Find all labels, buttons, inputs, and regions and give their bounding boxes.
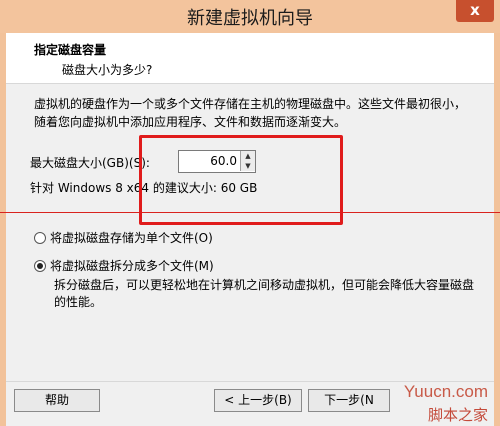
back-button[interactable]: < 上一步(B) — [214, 389, 302, 412]
window-title: 新建虚拟机向导 — [187, 8, 313, 29]
single-file-option[interactable]: 将虚拟磁盘存储为单个文件(O) — [34, 229, 213, 246]
watermark-latin: Yuucn.com — [403, 382, 488, 401]
close-icon: x — [470, 1, 480, 19]
multi-file-radio[interactable] — [34, 260, 46, 272]
single-file-radio[interactable] — [34, 232, 46, 244]
wizard-dialog: 指定磁盘容量 磁盘大小为多少? 虚拟机的硬盘作为一个或多个文件存储在主机的物理磁… — [6, 33, 494, 426]
multi-file-label: 将虚拟磁盘拆分成多个文件(M) — [50, 259, 214, 273]
description-text: 虚拟机的硬盘作为一个或多个文件存储在主机的物理磁盘中。这些文件最初很小，随着您向… — [34, 97, 467, 129]
watermark: Yuucn.com 脚本之家 — [390, 378, 500, 426]
watermark-han: 脚本之家 — [427, 406, 488, 424]
next-button[interactable]: 下一步(N — [308, 389, 390, 412]
page-subtitle: 磁盘大小为多少? — [62, 63, 153, 77]
single-file-label: 将虚拟磁盘存储为单个文件(O) — [50, 231, 213, 245]
max-disk-size-label: 最大磁盘大小(GB)(S): — [30, 156, 150, 170]
title-bar: 新建虚拟机向导 x — [0, 0, 500, 33]
annotation-highlight-box — [139, 135, 343, 225]
multi-file-note: 拆分磁盘后，可以更轻松地在计算机之间移动虚拟机，但可能会降低大容量磁盘的性能。 — [54, 278, 475, 309]
close-button[interactable]: x — [456, 0, 494, 22]
multi-file-option[interactable]: 将虚拟磁盘拆分成多个文件(M) — [34, 257, 214, 274]
help-button[interactable]: 帮助 — [14, 389, 100, 412]
page-title: 指定磁盘容量 — [34, 43, 107, 57]
wizard-header: 指定磁盘容量 磁盘大小为多少? — [6, 33, 494, 84]
